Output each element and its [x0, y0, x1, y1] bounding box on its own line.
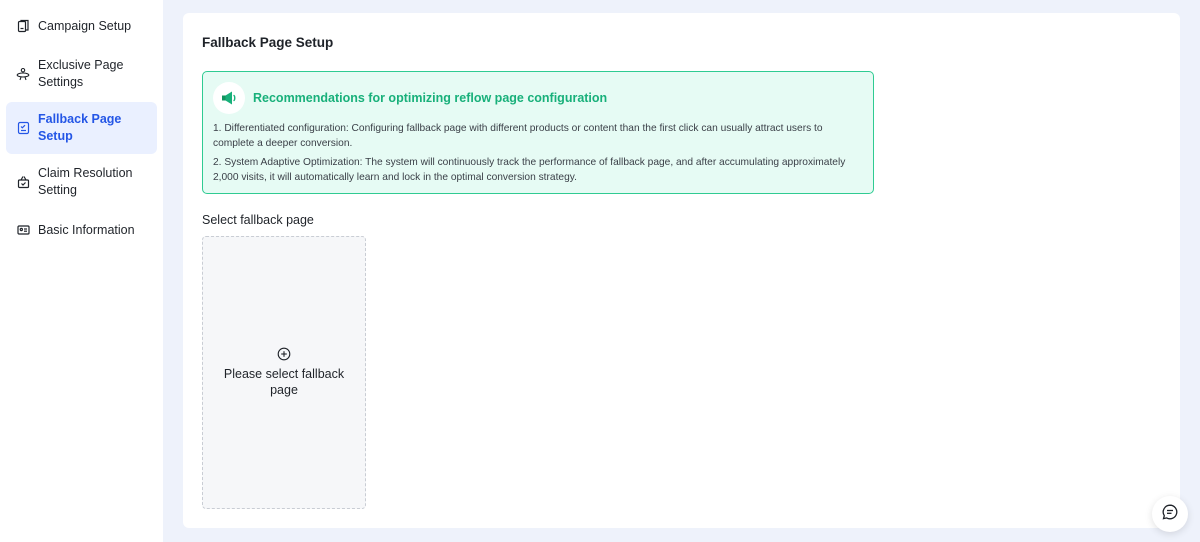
recommendation-box: Recommendations for optimizing reflow pa…: [202, 71, 874, 194]
id-card-icon: [16, 223, 30, 237]
select-fallback-page-text: Please select fallback page: [223, 366, 345, 398]
sidebar-item-label: Exclusive Page Settings: [38, 58, 124, 89]
megaphone-icon: [213, 82, 245, 114]
recommendation-title: Recommendations for optimizing reflow pa…: [253, 91, 608, 105]
sidebar-item-claim-resolution-setting[interactable]: Claim Resolution Setting: [6, 156, 157, 208]
sidebar-nav: Campaign Setup Exclusive Page Settings F…: [0, 0, 163, 542]
sidebar-item-fallback-page-setup[interactable]: Fallback Page Setup: [6, 102, 157, 154]
recommendation-header: Recommendations for optimizing reflow pa…: [213, 82, 607, 114]
recommendation-item: 1. Differentiated configuration: Configu…: [213, 123, 823, 149]
gift-icon: [16, 175, 30, 189]
recommendation-item: 2. System Adaptive Optimization: The sys…: [213, 157, 846, 183]
sidebar-item-exclusive-page-settings[interactable]: Exclusive Page Settings: [6, 48, 157, 100]
document-icon: [16, 19, 30, 33]
select-fallback-page-button[interactable]: Please select fallback page: [202, 236, 366, 509]
main-panel: Fallback Page Setup Recommendations for …: [183, 13, 1180, 528]
sidebar-item-label: Fallback Page Setup: [38, 112, 122, 143]
chat-button[interactable]: [1152, 496, 1188, 532]
robot-icon: [16, 67, 30, 81]
sidebar-item-label: Campaign Setup: [38, 18, 132, 33]
sidebar-item-basic-information[interactable]: Basic Information: [6, 210, 157, 250]
page-title: Fallback Page Setup: [202, 35, 334, 50]
select-fallback-label: Select fallback page: [202, 213, 314, 227]
chat-icon: [1161, 503, 1179, 526]
checklist-icon: [16, 121, 30, 135]
sidebar-item-label: Claim Resolution Setting: [38, 166, 133, 197]
plus-circle-icon: [277, 347, 291, 361]
sidebar-item-campaign-setup[interactable]: Campaign Setup: [6, 6, 157, 46]
sidebar-item-label: Basic Information: [38, 222, 135, 237]
